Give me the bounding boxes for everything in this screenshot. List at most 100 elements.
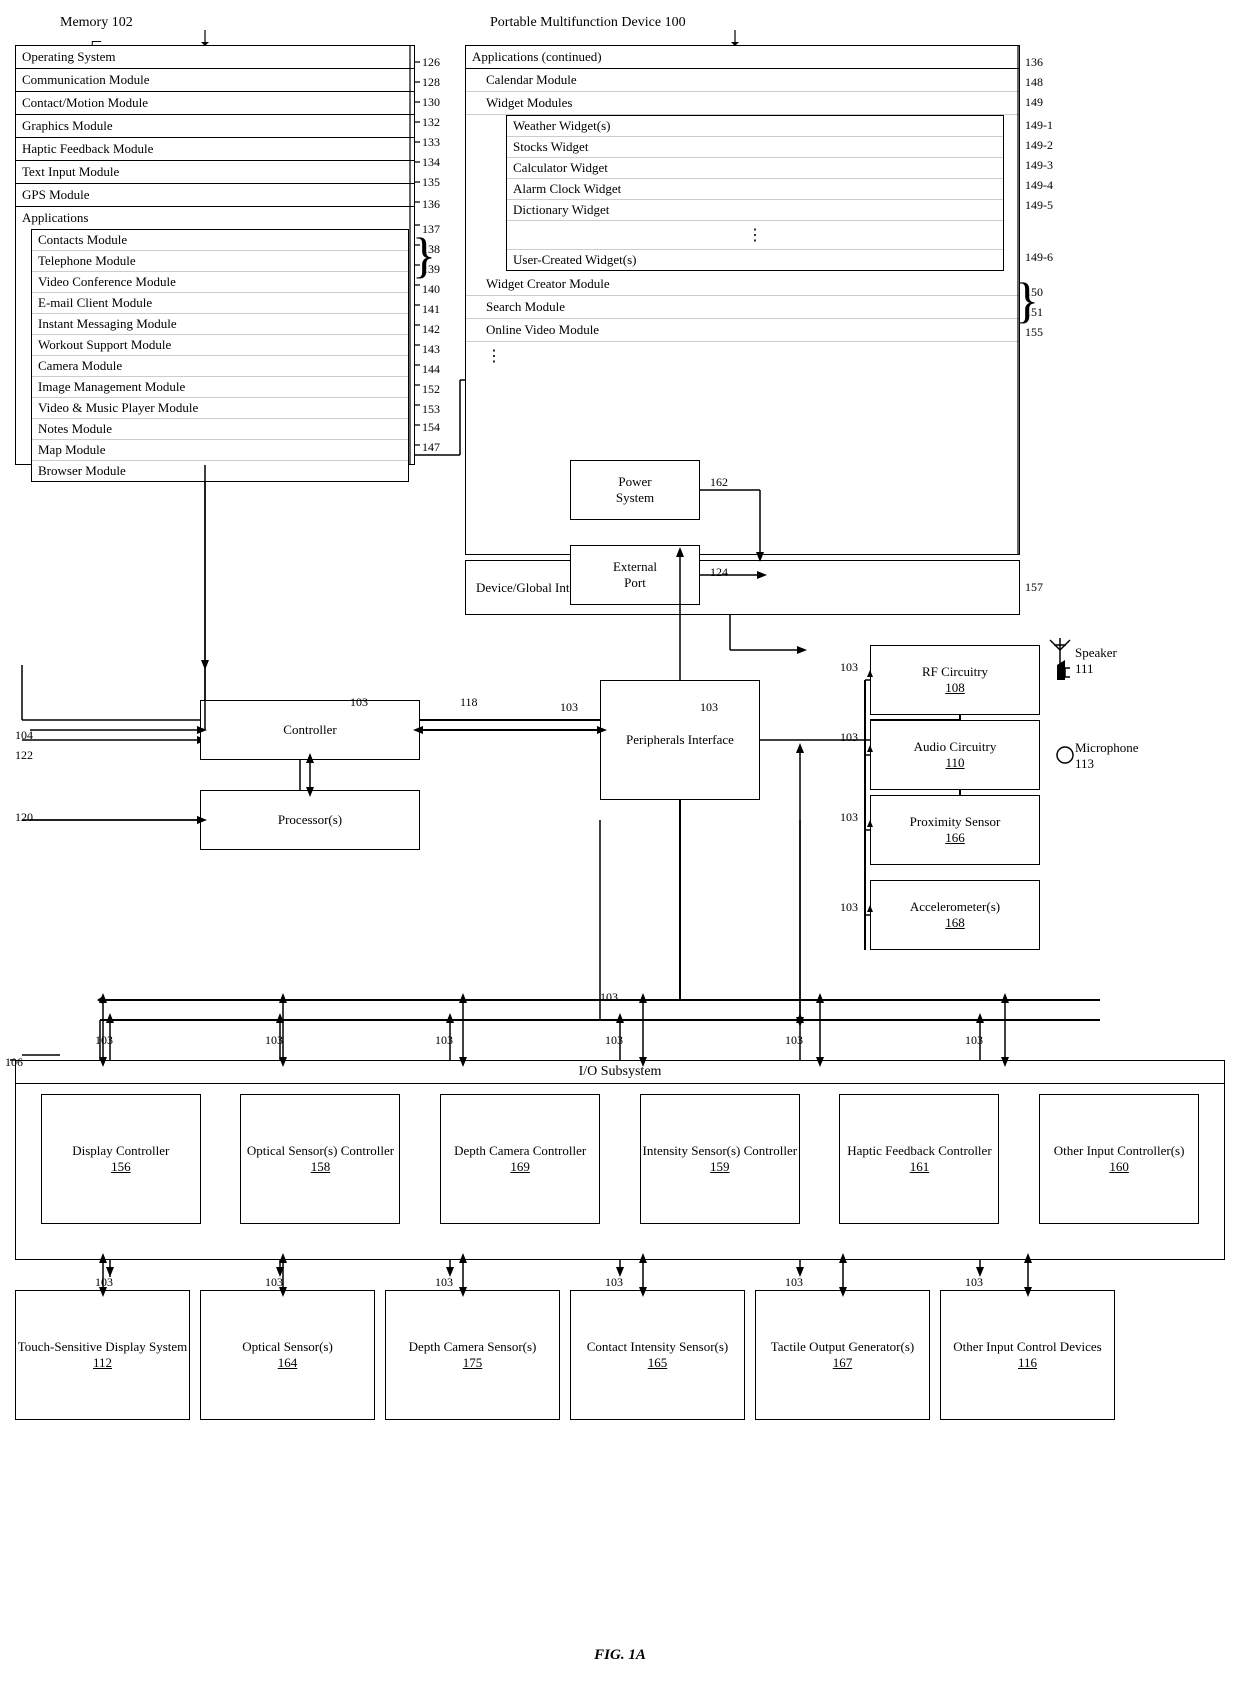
port-search: Search Module	[486, 299, 565, 314]
widget-stocks: Stocks Widget	[513, 139, 588, 154]
io-title: I/O Subsystem	[579, 1064, 662, 1079]
audio-ref: 110	[914, 755, 997, 771]
other-input-ref: 116	[953, 1355, 1101, 1371]
optical-ctrl-label: Optical Sensor(s) Controller	[247, 1143, 394, 1159]
app-workout: Workout Support Module	[38, 337, 171, 352]
display-ctrl-box: Display Controller 156	[41, 1094, 201, 1224]
app-contacts: Contacts Module	[38, 232, 127, 247]
io-bus-103-1: 103	[95, 1033, 113, 1048]
audio-box: Audio Circuitry 110	[870, 720, 1040, 790]
other-input-label: Other Input Control Devices	[953, 1339, 1101, 1355]
bus-103-3: 103	[700, 700, 718, 715]
proximity-label: Proximity Sensor	[910, 814, 1001, 830]
proximity-ref: 166	[910, 830, 1001, 846]
bus-103-7: 103	[840, 900, 858, 915]
tactile-ref: 167	[771, 1355, 914, 1371]
touch-display-box: Touch-Sensitive Display System 112	[15, 1290, 190, 1420]
device-state-ref: 157	[1025, 580, 1043, 595]
processor-label: Processor(s)	[278, 812, 342, 828]
intensity-ctrl-ref: 159	[643, 1159, 798, 1175]
accel-box: Accelerometer(s) 168	[870, 880, 1040, 950]
port-calendar: Calendar Module	[486, 72, 577, 87]
display-ctrl-label: Display Controller	[72, 1143, 169, 1159]
io-bus-103-3: 103	[435, 1033, 453, 1048]
intensity-ctrl-box: Intensity Sensor(s) Controller 159	[640, 1094, 800, 1224]
depth-sensor-box: Depth Camera Sensor(s) 175	[385, 1290, 560, 1420]
sens-bus-103-2: 103	[265, 1275, 283, 1290]
app-camera: Camera Module	[38, 358, 122, 373]
peripherals-label: Peripherals Interface	[626, 732, 734, 748]
memory-box: Operating System Communication Module Co…	[15, 45, 415, 465]
widget-weather: Weather Widget(s)	[513, 118, 610, 133]
ref-118: 118	[460, 695, 478, 710]
optical-sensor-box: Optical Sensor(s) 164	[200, 1290, 375, 1420]
rf-label: RF Circuitry	[922, 664, 988, 680]
touch-label: Touch-Sensitive Display System	[18, 1339, 188, 1355]
ref-122: 122	[15, 748, 33, 763]
applications-subbox: Contacts Module Telephone Module Video C…	[31, 229, 409, 482]
touch-ref: 112	[18, 1355, 188, 1371]
ref-120: 120	[15, 810, 33, 825]
fig-caption: FIG. 1A	[0, 1647, 1240, 1664]
portable-box: Applications (continued) Calendar Module…	[465, 45, 1020, 555]
optical-sensor-label: Optical Sensor(s)	[242, 1339, 333, 1355]
ref-106: 106	[5, 1055, 23, 1070]
mem-item-text: Text Input Module	[22, 164, 119, 180]
accel-label: Accelerometer(s)	[910, 899, 1000, 915]
haptic-ctrl-ref: 161	[847, 1159, 991, 1175]
power-system-box: PowerSystem	[570, 460, 700, 520]
external-ref: 124	[710, 565, 728, 580]
sens-bus-103-3: 103	[435, 1275, 453, 1290]
sens-bus-103-1: 103	[95, 1275, 113, 1290]
depth-ctrl-ref: 169	[454, 1159, 586, 1175]
mem-item-haptic: Haptic Feedback Module	[22, 141, 153, 157]
haptic-ctrl-box: Haptic Feedback Controller 161	[839, 1094, 999, 1224]
app-video-music: Video & Music Player Module	[38, 400, 198, 415]
bus-103-4: 103	[840, 660, 858, 675]
io-bus-103-5: 103	[785, 1033, 803, 1048]
power-label: PowerSystem	[616, 474, 654, 506]
bus-103-1: 103	[350, 695, 368, 710]
external-port-box: ExternalPort	[570, 545, 700, 605]
bus-103-5: 103	[840, 730, 858, 745]
ref-104: 104	[15, 728, 33, 743]
mem-item-os: Operating System	[22, 49, 116, 65]
sens-bus-103-5: 103	[785, 1275, 803, 1290]
port-widgets: Widget Modules	[486, 95, 573, 110]
speaker-label: Speaker111	[1075, 645, 1117, 677]
peripherals-box: Peripherals Interface	[600, 680, 760, 800]
intensity-sensor-ref: 165	[587, 1355, 729, 1371]
controller-box: Controller	[200, 700, 420, 760]
accel-ref: 168	[910, 915, 1000, 931]
widget-dict: Dictionary Widget	[513, 202, 609, 217]
depth-ctrl-box: Depth Camera Controller 169	[440, 1094, 600, 1224]
controller-label: Controller	[283, 722, 336, 738]
widget-alarm: Alarm Clock Widget	[513, 181, 621, 196]
portable-title: Portable Multifunction Device 100	[490, 15, 686, 31]
rf-box: RF Circuitry 108	[870, 645, 1040, 715]
audio-label: Audio Circuitry	[914, 739, 997, 755]
mem-item-apps: Applications	[22, 210, 88, 226]
app-telephone: Telephone Module	[38, 253, 136, 268]
other-ctrl-label: Other Input Controller(s)	[1054, 1143, 1185, 1159]
tactile-label: Tactile Output Generator(s)	[771, 1339, 914, 1355]
power-ref: 162	[710, 475, 728, 490]
io-bus-103-4: 103	[605, 1033, 623, 1048]
depth-sensor-ref: 175	[409, 1355, 537, 1371]
depth-ctrl-label: Depth Camera Controller	[454, 1143, 586, 1159]
diagram-container: Memory 102 ⌐ Operating System Communicat…	[0, 0, 1240, 1694]
external-port-label: ExternalPort	[613, 559, 657, 591]
device-state-box: Device/Global Internal State	[465, 560, 1020, 615]
optical-ctrl-box: Optical Sensor(s) Controller 158	[240, 1094, 400, 1224]
io-bus-103-2: 103	[265, 1033, 283, 1048]
intensity-ctrl-label: Intensity Sensor(s) Controller	[643, 1143, 798, 1159]
mem-item-gps: GPS Module	[22, 187, 90, 203]
port-widget-creator: Widget Creator Module	[486, 276, 610, 291]
widget-calc: Calculator Widget	[513, 160, 608, 175]
bus-103-2: 103	[560, 700, 578, 715]
widget-user: User-Created Widget(s)	[513, 252, 637, 267]
app-email: E-mail Client Module	[38, 295, 152, 310]
bus-103-6: 103	[840, 810, 858, 825]
mem-item-graphics: Graphics Module	[22, 118, 113, 134]
mem-item-comm: Communication Module	[22, 72, 149, 88]
